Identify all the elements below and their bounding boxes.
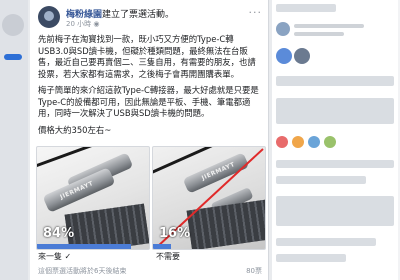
right-placeholder xyxy=(276,76,394,86)
vote-count[interactable]: 80票 xyxy=(246,266,262,276)
post-body: 先前梅子在淘寶找到一款，既小巧又方便的Type-C轉USB3.0與SD讀卡機，但… xyxy=(38,34,264,141)
post-meta: 20 小時 ◉ xyxy=(66,19,99,29)
poll-option-label[interactable]: 不需要 xyxy=(156,251,180,262)
right-placeholder xyxy=(276,160,394,168)
right-chip[interactable] xyxy=(294,48,310,64)
right-placeholder xyxy=(276,238,376,246)
poll-option-image[interactable]: JIERMAYT 16% xyxy=(152,146,266,250)
poll-progress-bar xyxy=(37,244,132,249)
right-placeholder xyxy=(276,254,346,262)
left-sidebar xyxy=(0,0,28,280)
sidebar-indicator xyxy=(4,54,22,60)
poll-end-notice: 這個票選活動將於6天後結束 xyxy=(38,267,127,275)
globe-icon: ◉ xyxy=(93,20,100,28)
product-brand: JIERMAYT xyxy=(59,179,95,201)
right-placeholder xyxy=(276,176,366,184)
more-options-icon[interactable]: ··· xyxy=(249,6,263,19)
right-chip[interactable] xyxy=(276,136,288,148)
poll-option-label[interactable]: 來一隻 ✓ xyxy=(38,251,71,262)
right-placeholder xyxy=(276,98,394,124)
right-chip[interactable] xyxy=(276,48,292,64)
right-avatar[interactable] xyxy=(276,22,290,36)
post-header: 梅粉綠園建立了票選活動。 20 小時 ◉ ··· xyxy=(38,6,264,32)
poll-percent: 84% xyxy=(43,226,75,241)
poll-progress-bar xyxy=(153,244,171,249)
post-time[interactable]: 20 小時 xyxy=(66,20,91,28)
poll-option-image[interactable]: JIERMAYT 84% xyxy=(36,146,150,250)
post-paragraph: 價格大約350左右~ xyxy=(38,124,112,135)
check-icon: ✓ xyxy=(64,252,72,261)
right-placeholder xyxy=(276,196,394,226)
post-paragraph: 先前梅子在淘寶找到一款，既小巧又方便的Type-C轉USB3.0與SD讀卡機，但… xyxy=(38,34,256,79)
post-action: 建立了票選活動。 xyxy=(102,10,175,20)
poll-percent: 16% xyxy=(159,226,191,241)
right-chip[interactable] xyxy=(308,136,320,148)
right-text-line xyxy=(294,24,364,28)
poll-footer: 這個票選活動將於6天後結束 80票 xyxy=(36,266,264,278)
right-card xyxy=(272,0,398,280)
sidebar-avatar[interactable] xyxy=(2,14,24,36)
post-paragraph: 梅子簡單的來介紹這款Type-C轉接器，最大好處就是只要是Type-C的設備都可… xyxy=(38,85,259,118)
post-card: 梅粉綠園建立了票選活動。 20 小時 ◉ ··· 先前梅子在淘寶找到一款，既小巧… xyxy=(30,0,269,280)
right-header-placeholder xyxy=(276,4,336,12)
poll-option-labels: 來一隻 ✓ 不需要 xyxy=(36,251,264,263)
right-chip[interactable] xyxy=(324,136,336,148)
right-column xyxy=(272,0,400,280)
option-label-text: 來一隻 xyxy=(38,252,62,261)
right-text-line xyxy=(294,32,344,36)
author-avatar[interactable] xyxy=(38,6,60,28)
poll-options: JIERMAYT 84% JIERMAYT 16% xyxy=(36,146,266,250)
right-chip[interactable] xyxy=(292,136,304,148)
